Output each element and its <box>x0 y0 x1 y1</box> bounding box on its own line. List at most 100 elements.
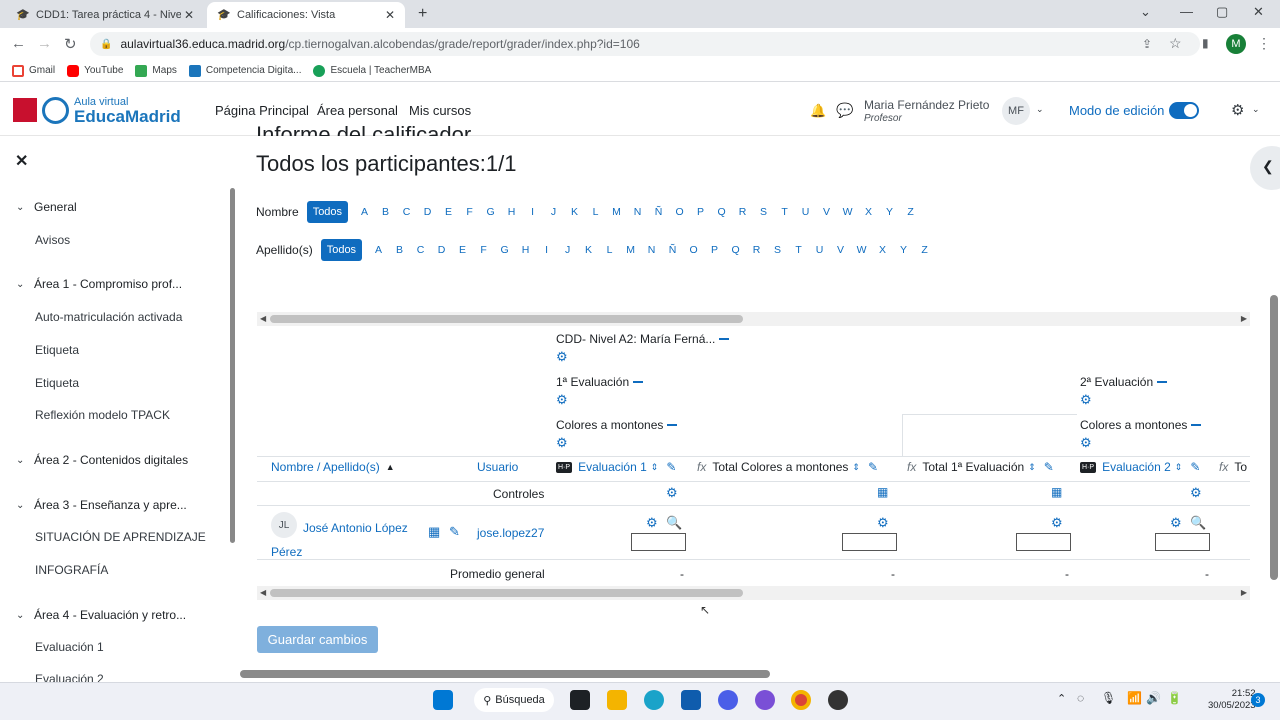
open-block-drawer-button[interactable]: ❮ <box>1250 146 1280 190</box>
chevron-down-icon[interactable]: ⌄ <box>16 610 34 621</box>
last-name-filter-letter[interactable]: P <box>704 244 725 256</box>
bookmark-gmail[interactable]: Gmail <box>12 64 55 77</box>
last-name-filter-letter[interactable]: N <box>641 244 662 256</box>
grade-input[interactable] <box>1155 533 1210 551</box>
gear-icon[interactable]: ⚙ <box>1080 392 1092 408</box>
first-name-filter-letter[interactable]: W <box>837 206 858 218</box>
bookmark-maps[interactable]: Maps <box>135 64 177 77</box>
first-name-filter-letter[interactable]: R <box>732 206 753 218</box>
last-name-filter-letter[interactable]: L <box>599 244 620 256</box>
last-name-filter-letter[interactable]: I <box>536 244 557 256</box>
file-explorer-icon[interactable] <box>607 690 627 710</box>
user-menu-chevron-icon[interactable]: ⌄ <box>1036 104 1044 115</box>
section-area-4[interactable]: ⌄ Área 4 - Evaluación y retro... <box>16 608 186 622</box>
sidebar-item[interactable]: SITUACIÓN DE APRENDIZAJE <box>35 530 206 544</box>
calculator-icon[interactable]: ▦ <box>877 485 888 499</box>
collapse-minus-icon[interactable] <box>1191 424 1202 426</box>
page-vertical-scrollbar[interactable] <box>1270 295 1278 580</box>
zoom-icon[interactable]: 🔍 <box>666 515 682 531</box>
section-area-3[interactable]: ⌄ Área 3 - Enseñanza y apre... <box>16 498 187 512</box>
gear-icon[interactable]: ⚙ <box>1190 485 1202 501</box>
page-horizontal-scrollbar[interactable] <box>240 670 770 678</box>
grade-input[interactable] <box>1016 533 1071 551</box>
browser-tab-active[interactable]: 🎓 Calificaciones: Vista ✕ <box>207 2 405 28</box>
last-name-filter-letter[interactable]: D <box>431 244 452 256</box>
first-name-filter-letter[interactable]: S <box>753 206 774 218</box>
task-view-icon[interactable] <box>570 690 590 710</box>
menu-kebab-icon[interactable]: ⋮ <box>1257 35 1271 52</box>
messages-icon[interactable]: 💬 <box>836 102 853 119</box>
close-window-icon[interactable]: ✕ <box>1253 4 1264 20</box>
minimize-icon[interactable]: — <box>1180 4 1193 19</box>
notifications-bell-icon[interactable]: 🔔 <box>810 103 826 119</box>
last-name-filter-letter[interactable]: K <box>578 244 599 256</box>
student-name-link[interactable]: José Antonio López Pérez <box>271 516 416 564</box>
nav-my-courses[interactable]: Mis cursos <box>409 103 471 118</box>
chevron-down-icon[interactable]: ⌄ <box>16 202 34 213</box>
gear-icon[interactable]: ⚙ <box>646 515 658 531</box>
last-name-filter-letter[interactable]: X <box>872 244 893 256</box>
first-name-filter-letter[interactable]: Ñ <box>648 206 669 218</box>
first-name-filter-letter[interactable]: Q <box>711 206 732 218</box>
new-tab-icon[interactable]: + <box>418 5 427 23</box>
first-name-filter-letter[interactable]: J <box>543 206 564 218</box>
back-icon[interactable]: ← <box>11 35 26 52</box>
first-name-filter-letter[interactable]: D <box>417 206 438 218</box>
taskbar-clock[interactable]: 21:52 30/05/2023 <box>1208 688 1256 712</box>
battery-icon[interactable]: 🔋 <box>1167 691 1182 705</box>
nav-home[interactable]: Página Principal <box>215 103 309 118</box>
pencil-edit-icon[interactable]: ✎ <box>868 460 878 474</box>
pencil-edit-icon[interactable]: ✎ <box>1044 460 1054 474</box>
taskbar-search[interactable]: ⚲ Búsqueda <box>474 688 554 712</box>
gear-icon[interactable]: ⚙ <box>1080 435 1092 451</box>
pencil-edit-icon[interactable]: ✎ <box>449 524 460 540</box>
wifi-icon[interactable]: 📶 <box>1127 691 1142 705</box>
bookmark-star-icon[interactable]: ☆ <box>1169 35 1182 52</box>
notification-badge[interactable]: 3 <box>1251 693 1265 707</box>
sidebar-item[interactable]: Reflexión modelo TPACK <box>35 408 170 422</box>
last-name-filter-letter[interactable]: W <box>851 244 872 256</box>
first-name-filter-letter[interactable]: T <box>774 206 795 218</box>
tray-icon[interactable]: ◌ <box>1077 691 1084 705</box>
last-name-filter-letter[interactable]: V <box>830 244 851 256</box>
app-icon[interactable] <box>755 690 775 710</box>
sort-icon[interactable]: ⇕ <box>651 462 659 473</box>
last-name-filter-letter[interactable]: O <box>683 244 704 256</box>
sort-icon[interactable]: ⇕ <box>1175 462 1183 473</box>
col-user-header[interactable]: Usuario <box>477 460 518 474</box>
last-name-filter-letter[interactable]: Z <box>914 244 935 256</box>
profile-avatar[interactable]: M <box>1226 34 1246 54</box>
pencil-edit-icon[interactable]: ✎ <box>1190 460 1200 474</box>
col-cut-header[interactable]: fx To <box>1219 460 1250 474</box>
share-icon[interactable]: ⇪ <box>1142 37 1152 51</box>
reload-icon[interactable]: ↻ <box>64 35 77 53</box>
forward-icon[interactable]: → <box>37 35 52 52</box>
microphone-icon[interactable]: 🎙 <box>1101 691 1116 705</box>
sidebar-item[interactable]: Etiqueta <box>35 376 79 390</box>
grade-input[interactable] <box>842 533 897 551</box>
last-name-filter-letter[interactable]: A <box>368 244 389 256</box>
sidebar-item[interactable]: Auto-matriculación activada <box>35 310 182 324</box>
first-name-filter-letter[interactable]: Y <box>879 206 900 218</box>
app-icon[interactable] <box>828 690 848 710</box>
gear-icon[interactable]: ⚙ <box>556 349 568 365</box>
sidebar-item[interactable]: Evaluación 1 <box>35 640 104 654</box>
col-total-colores-header[interactable]: fx Total Colores a montones ⇕ ✎ <box>697 460 878 474</box>
zoom-icon[interactable]: 🔍 <box>1190 515 1206 531</box>
collapse-minus-icon[interactable] <box>1157 381 1168 383</box>
table-top-scrollbar[interactable]: ◀ ▶ <box>257 312 1250 326</box>
first-name-filter-letter[interactable]: G <box>480 206 501 218</box>
last-name-filter-letter[interactable]: E <box>452 244 473 256</box>
last-name-filter-letter[interactable]: J <box>557 244 578 256</box>
avatar[interactable]: MF <box>1002 97 1030 125</box>
pencil-edit-icon[interactable]: ✎ <box>666 460 676 474</box>
drawer-scrollbar[interactable] <box>230 188 235 543</box>
settings-gear-icon[interactable]: ⚙ <box>1231 101 1244 119</box>
last-name-filter-letter[interactable]: Q <box>725 244 746 256</box>
table-bottom-scrollbar[interactable]: ◀ ▶ <box>257 586 1250 600</box>
calculator-icon[interactable]: ▦ <box>1051 485 1062 499</box>
first-name-filter-letter[interactable]: I <box>522 206 543 218</box>
first-name-filter-letter[interactable]: K <box>564 206 585 218</box>
chevron-down-icon[interactable]: ⌄ <box>16 455 34 466</box>
first-name-filter-letter[interactable]: C <box>396 206 417 218</box>
